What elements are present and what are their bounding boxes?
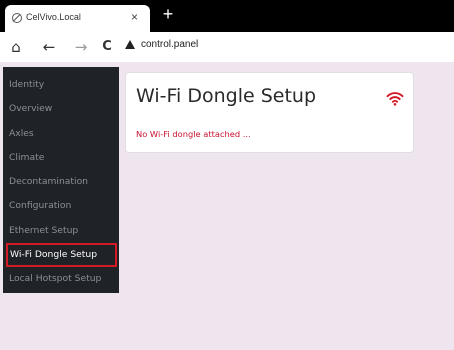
- tab-close-icon[interactable]: ×: [131, 10, 138, 24]
- sidebar-nav: Identity Overview Axles Climate Decontam…: [3, 67, 119, 293]
- page: Identity Overview Axles Climate Decontam…: [0, 62, 454, 350]
- browser-tab-strip: CelVivo.Local × +: [0, 0, 454, 32]
- globe-icon: [12, 13, 22, 23]
- wifi-dongle-card: Wi-Fi Dongle Setup No Wi-Fi dongle attac…: [125, 72, 414, 153]
- sidebar-item-overview[interactable]: Overview: [3, 97, 119, 121]
- sidebar-item-identity[interactable]: Identity: [3, 73, 119, 97]
- tab-title: CelVivo.Local: [26, 12, 81, 22]
- browser-tab[interactable]: CelVivo.Local ×: [5, 5, 150, 32]
- back-icon[interactable]: ←: [40, 37, 58, 57]
- home-icon[interactable]: ⌂: [7, 37, 25, 57]
- reload-icon[interactable]: C: [98, 37, 116, 57]
- sidebar-item-wifi-dongle-setup[interactable]: Wi-Fi Dongle Setup: [6, 243, 117, 268]
- sidebar-item-ethernet-setup[interactable]: Ethernet Setup: [3, 219, 119, 243]
- sidebar-item-local-hotspot-setup[interactable]: Local Hotspot Setup: [3, 267, 119, 291]
- warning-icon[interactable]: [125, 40, 135, 49]
- browser-toolbar: ⌂ ← → C control.panel: [0, 32, 454, 62]
- sidebar-item-configuration[interactable]: Configuration: [3, 194, 119, 218]
- status-message: No Wi-Fi dongle attached ...: [136, 129, 251, 139]
- wifi-icon: [386, 92, 404, 106]
- address-bar[interactable]: control.panel: [141, 39, 198, 50]
- forward-icon[interactable]: →: [72, 37, 90, 57]
- sidebar-item-decontamination[interactable]: Decontamination: [3, 170, 119, 194]
- new-tab-button[interactable]: +: [157, 3, 179, 25]
- sidebar-item-axles[interactable]: Axles: [3, 122, 119, 146]
- sidebar-item-climate[interactable]: Climate: [3, 146, 119, 170]
- page-title: Wi-Fi Dongle Setup: [136, 85, 317, 107]
